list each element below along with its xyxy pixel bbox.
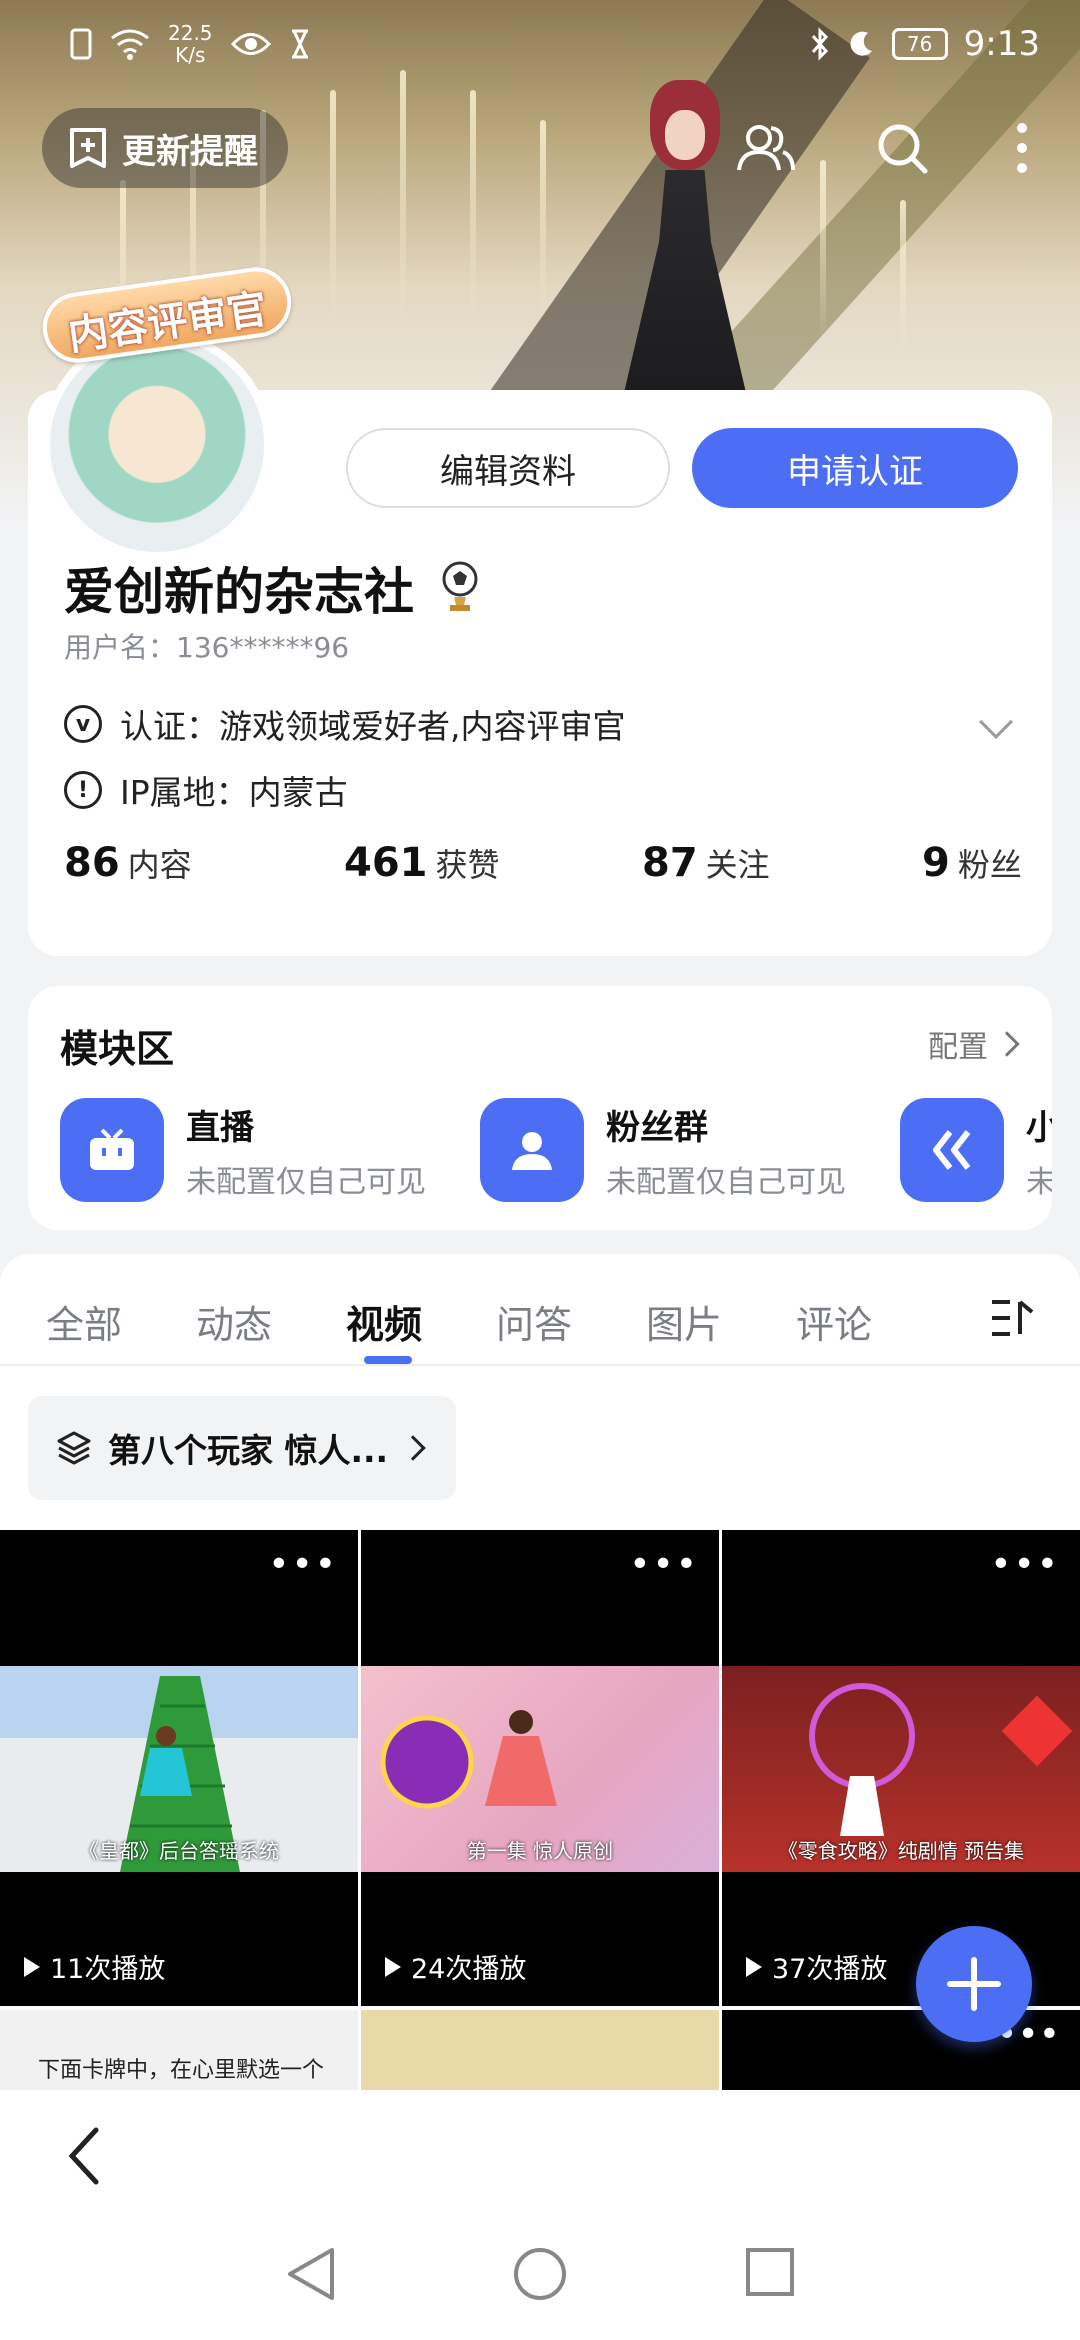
certification-row[interactable]: v 认证：游戏领域爱好者,内容评审官 xyxy=(64,700,626,748)
layers-icon xyxy=(57,1431,91,1465)
cover-light xyxy=(400,70,406,330)
bottom-bar xyxy=(0,2090,1080,2220)
add-bookmark-icon xyxy=(70,128,106,168)
search-icon[interactable] xyxy=(870,116,934,180)
more-horizontal-icon[interactable]: ••• xyxy=(990,1547,1060,1583)
video-card[interactable] xyxy=(361,2010,719,2090)
stat-likes[interactable]: 461 获赞 xyxy=(344,840,500,886)
play-count: 37次播放 xyxy=(746,1947,887,1986)
update-reminder-button[interactable]: 更新提醒 xyxy=(42,108,288,188)
chevron-right-icon xyxy=(400,1435,426,1461)
back-arrow-icon[interactable] xyxy=(66,2126,102,2186)
stat-followers[interactable]: 9 粉丝 xyxy=(922,840,1022,886)
plus-icon xyxy=(947,1957,1001,2011)
system-nav-bar xyxy=(0,2220,1080,2340)
username: 用户名：136******96 xyxy=(64,631,350,664)
module-mini-program[interactable]: 小未 xyxy=(900,1098,1052,1202)
play-icon xyxy=(746,1956,762,1977)
tab-qa[interactable]: 问答 xyxy=(496,1294,572,1349)
status-bar: 22.5 K/s 76 9:13 xyxy=(0,0,1080,90)
info-exclamation-icon: ! xyxy=(64,771,102,809)
bluetooth-icon xyxy=(811,27,828,61)
profile-name-row: 爱创新的杂志社 xyxy=(64,552,482,624)
cover-light xyxy=(820,160,826,340)
video-card[interactable]: ••• 《零食攻略》纯剧情 预告集 37次播放 xyxy=(722,1530,1080,2006)
create-post-button[interactable] xyxy=(916,1926,1032,2042)
wifi-icon xyxy=(111,29,149,60)
nav-back-icon[interactable] xyxy=(284,2244,338,2304)
tab-images[interactable]: 图片 xyxy=(646,1294,722,1349)
tab-video[interactable]: 视频 xyxy=(346,1294,422,1349)
collection-area: 第八个玩家 惊人... xyxy=(0,1366,1080,1530)
stat-following[interactable]: 87 关注 xyxy=(642,840,770,886)
play-count: 11次播放 xyxy=(24,1947,165,1986)
more-horizontal-icon[interactable]: ••• xyxy=(629,1547,699,1583)
tab-menu-icon[interactable] xyxy=(990,1298,1040,1342)
cover-light xyxy=(330,90,336,330)
verified-v-icon: v xyxy=(64,705,102,743)
moon-icon xyxy=(850,31,872,56)
cover-light xyxy=(900,200,906,350)
video-thumbnail: 《皇都》后台答瑶系统 xyxy=(0,1666,358,1872)
cover-light xyxy=(540,120,546,320)
module-config-link[interactable]: 配置 xyxy=(928,1022,1020,1066)
tab-comments[interactable]: 评论 xyxy=(796,1294,872,1349)
avatar[interactable] xyxy=(42,330,272,560)
module-live[interactable]: 直播 未配置仅自己可见 xyxy=(60,1098,426,1202)
play-icon xyxy=(385,1956,401,1977)
soccer-trophy-icon[interactable] xyxy=(438,561,482,615)
friends-icon[interactable] xyxy=(734,116,798,180)
stat-content[interactable]: 86 内容 xyxy=(64,840,192,886)
user-icon xyxy=(480,1098,584,1202)
nav-recents-icon[interactable] xyxy=(742,2244,798,2300)
tv-icon xyxy=(60,1098,164,1202)
tab-all[interactable]: 全部 xyxy=(46,1294,122,1349)
video-thumbnail: 第一集 惊人原创 xyxy=(361,1666,719,1872)
clock: 9:13 xyxy=(963,24,1040,64)
apply-certification-button[interactable]: 申请认证 xyxy=(692,428,1018,508)
video-thumbnail: 《零食攻略》纯剧情 预告集 xyxy=(722,1666,1080,1872)
hourglass-icon xyxy=(291,29,308,59)
video-card[interactable]: ••• 第一集 惊人原创 24次播放 xyxy=(361,1530,719,2006)
module-section-title: 模块区 xyxy=(60,1027,175,1071)
tab-dynamic[interactable]: 动态 xyxy=(196,1294,272,1349)
more-vertical-icon[interactable] xyxy=(990,116,1054,180)
ip-location-text: IP属地：内蒙古 xyxy=(120,773,348,812)
edit-profile-button[interactable]: 编辑资料 xyxy=(346,428,670,508)
eye-icon xyxy=(230,33,271,55)
video-card[interactable]: ••• xyxy=(722,2010,1080,2090)
reviewer-badge: 内容评审官 xyxy=(38,260,296,368)
cover-light xyxy=(470,90,476,320)
active-tab-indicator xyxy=(364,1356,412,1364)
module-fan-group[interactable]: 粉丝群 未配置仅自己可见 xyxy=(480,1098,846,1202)
more-horizontal-icon[interactable]: ••• xyxy=(268,1547,338,1583)
net-speed: 22.5 K/s xyxy=(168,21,213,67)
content-tabs: 全部 动态 视频 问答 图片 评论 xyxy=(0,1254,1080,1366)
video-card[interactable]: 下面卡牌中，在心里默选一个 xyxy=(0,2010,358,2090)
chevron-right-icon xyxy=(994,1031,1020,1057)
profile-name: 爱创新的杂志社 xyxy=(64,563,414,621)
nav-home-icon[interactable] xyxy=(510,2244,570,2304)
video-grid: ••• 《皇都》后台答瑶系统 11次播放 ••• 第一集 惊人原创 24次播放 … xyxy=(0,1530,1080,2090)
play-count: 24次播放 xyxy=(385,1947,526,1986)
chevrons-icon xyxy=(900,1098,1004,1202)
play-icon xyxy=(24,1956,40,1977)
update-reminder-label: 更新提醒 xyxy=(122,131,258,172)
sim-icon xyxy=(70,28,92,60)
battery-indicator: 76 xyxy=(891,28,948,60)
video-card[interactable]: ••• 《皇都》后台答瑶系统 11次播放 xyxy=(0,1530,358,2006)
module-section: 模块区 配置 直播 未配置仅自己可见 粉丝群 未配置仅自己可见 小未 xyxy=(28,986,1052,1230)
certification-text: 认证：游戏领域爱好者,内容评审官 xyxy=(120,707,626,746)
ip-location-row: ! IP属地：内蒙古 xyxy=(64,766,348,814)
collection-chip[interactable]: 第八个玩家 惊人... xyxy=(28,1396,456,1500)
